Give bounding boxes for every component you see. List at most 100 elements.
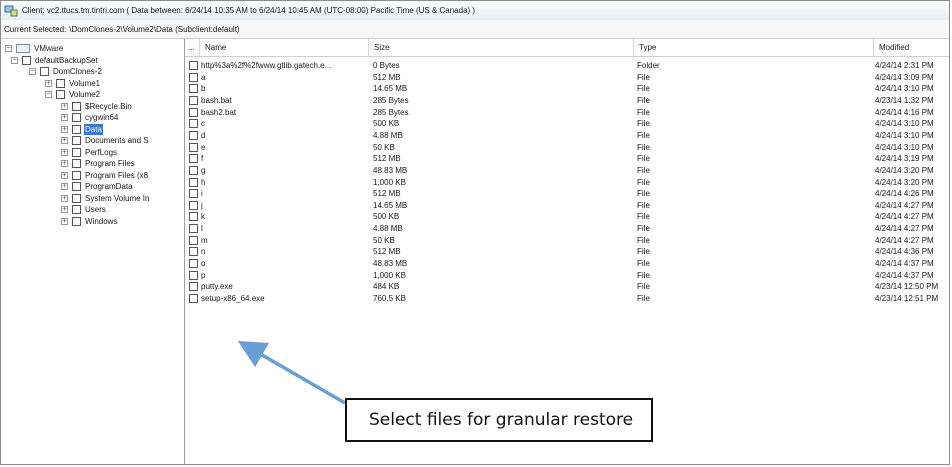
tree-node[interactable]: − defaultBackupSet [11, 55, 99, 66]
table-row[interactable]: setup-x86_64.exe 760.5 KB File 4/23/14 12:5… [185, 293, 949, 304]
table-row[interactable]: e 50 KB File 4/24/14 3:10 PM [185, 142, 949, 153]
table-row[interactable]: k 500 KB File 4/24/14 4:27 PM [185, 211, 949, 222]
tree-node-label[interactable]: Program Files (x8 [84, 170, 149, 181]
collapse-icon[interactable]: − [29, 68, 36, 75]
tree-node[interactable]: + $Recycle.Bin [61, 101, 133, 112]
tree-node-label[interactable]: System Volume In [84, 193, 150, 204]
row-checkbox[interactable] [189, 200, 198, 210]
table-row[interactable]: c 500 KB File 4/24/14 3:10 PM [185, 118, 949, 129]
collapse-icon[interactable]: − [11, 56, 18, 64]
table-row[interactable]: l 4.88 MB File 4/24/14 4:27 PM [185, 223, 949, 234]
expand-icon[interactable]: + [61, 160, 68, 167]
row-checkbox[interactable] [189, 259, 198, 269]
column-header-more[interactable]: ... [185, 39, 199, 56]
tree-node-label[interactable]: defaultBackupSet [34, 55, 99, 66]
expand-icon[interactable]: + [61, 171, 68, 179]
row-checkbox[interactable] [189, 154, 198, 164]
tree-node[interactable]: + PerfLogs [61, 147, 118, 158]
tree-node-label[interactable]: cygwin64 [84, 112, 119, 123]
expand-icon[interactable]: + [61, 148, 68, 156]
tree-node[interactable]: − DomClones-2 [29, 66, 103, 77]
tree-node[interactable]: + Program Files [61, 158, 136, 169]
row-checkbox[interactable] [189, 84, 198, 94]
checkbox[interactable] [72, 205, 81, 214]
table-row[interactable]: m 50 KB File 4/24/14 4:27 PM [185, 235, 949, 246]
collapse-icon[interactable]: − [5, 45, 12, 52]
checkbox[interactable] [72, 170, 81, 180]
row-checkbox[interactable] [189, 235, 198, 245]
row-checkbox[interactable] [189, 294, 198, 303]
checkbox[interactable] [56, 90, 65, 99]
expand-icon[interactable]: + [61, 183, 68, 190]
table-row[interactable]: putty.exe 484 KB File 4/23/14 12:50 PM [185, 281, 949, 292]
tree-node-label[interactable]: VMware [33, 43, 64, 54]
tree-node[interactable]: + Windows [61, 216, 118, 227]
row-checkbox[interactable] [189, 130, 198, 140]
row-checkbox[interactable] [189, 142, 198, 152]
tree-node-label[interactable]: DomClones-2 [52, 66, 103, 77]
checkbox[interactable] [72, 193, 81, 203]
tree-node-label[interactable]: ProgramData [84, 181, 134, 192]
checkbox[interactable] [72, 124, 81, 134]
table-row[interactable]: bash2.bat 285 Bytes File 4/24/14 4:16 PM [185, 107, 949, 118]
table-row[interactable]: http%3a%2f%2fwww.gtlib.gatech.e... 0 Byte… [185, 60, 949, 71]
collapse-icon[interactable]: − [45, 91, 52, 98]
table-row[interactable]: bash.bat 285 Bytes File 4/23/14 1:32 PM [185, 95, 949, 106]
expand-icon[interactable]: + [61, 206, 68, 213]
row-checkbox[interactable] [189, 224, 198, 234]
checkbox[interactable] [72, 216, 81, 226]
checkbox[interactable] [22, 55, 31, 65]
tree-node[interactable]: + System Volume In [61, 193, 150, 204]
row-checkbox[interactable] [189, 270, 198, 280]
table-row[interactable]: f 512 MB File 4/24/14 3:19 PM [185, 153, 949, 164]
row-checkbox[interactable] [189, 61, 198, 70]
column-header-type[interactable]: Type [633, 39, 873, 56]
tree-node[interactable]: + Program Files (x8 [61, 170, 149, 181]
table-row[interactable]: a 512 MB File 4/24/14 3:09 PM [185, 72, 949, 83]
tree-node-label[interactable]: Program Files [84, 158, 136, 169]
tree-node-label[interactable]: PerfLogs [84, 147, 118, 158]
expand-icon[interactable]: + [61, 217, 68, 225]
tree-node[interactable]: − VMware [5, 43, 64, 54]
checkbox[interactable] [40, 67, 49, 76]
expand-icon[interactable]: + [45, 79, 52, 87]
row-checkbox[interactable] [189, 189, 198, 199]
expand-icon[interactable]: + [61, 114, 68, 121]
expand-icon[interactable]: + [61, 125, 68, 133]
folder-tree[interactable]: − VMware − defaultBackupSet − DomClones-2 + Vol… [1, 39, 185, 464]
tree-node-label[interactable]: Volume2 [68, 89, 101, 100]
table-row[interactable]: b 14.65 MB File 4/24/14 3:10 PM [185, 83, 949, 94]
row-checkbox[interactable] [189, 107, 198, 117]
checkbox[interactable] [72, 101, 81, 111]
expand-icon[interactable]: + [61, 137, 68, 144]
table-row[interactable]: n 512 MB File 4/24/14 4:36 PM [185, 246, 949, 257]
row-checkbox[interactable] [189, 95, 198, 105]
row-checkbox[interactable] [189, 282, 198, 292]
tree-node-label[interactable]: Windows [84, 216, 118, 227]
table-row[interactable]: i 512 MB File 4/24/14 4:26 PM [185, 188, 949, 199]
row-checkbox[interactable] [189, 247, 198, 257]
table-row[interactable]: o 48.83 MB File 4/24/14 4:37 PM [185, 258, 949, 269]
checkbox[interactable] [72, 136, 81, 145]
expand-icon[interactable]: + [61, 194, 68, 202]
checkbox[interactable] [72, 182, 81, 191]
row-checkbox[interactable] [189, 212, 198, 222]
checkbox[interactable] [72, 113, 81, 122]
tree-node[interactable]: + cygwin64 [61, 112, 119, 123]
row-checkbox[interactable] [189, 165, 198, 175]
tree-node[interactable]: + Documents and S [61, 135, 150, 146]
checkbox[interactable] [72, 159, 81, 168]
column-header-size[interactable]: Size [368, 39, 633, 56]
tree-node[interactable]: + Users [61, 204, 107, 215]
row-checkbox[interactable] [189, 177, 198, 187]
tree-node-label[interactable]: $Recycle.Bin [84, 101, 133, 112]
table-row[interactable]: j 14.65 MB File 4/24/14 4:27 PM [185, 200, 949, 211]
table-row[interactable]: h 1,000 KB File 4/24/14 3:20 PM [185, 177, 949, 188]
row-checkbox[interactable] [189, 119, 198, 129]
checkbox[interactable] [56, 78, 65, 88]
tree-node[interactable]: + ProgramData [61, 181, 134, 192]
tree-node-label[interactable]: Data [84, 123, 103, 135]
expand-icon[interactable]: + [61, 102, 68, 110]
column-header-modified[interactable]: Modified [873, 39, 949, 56]
tree-node-label[interactable]: Documents and S [84, 135, 150, 146]
